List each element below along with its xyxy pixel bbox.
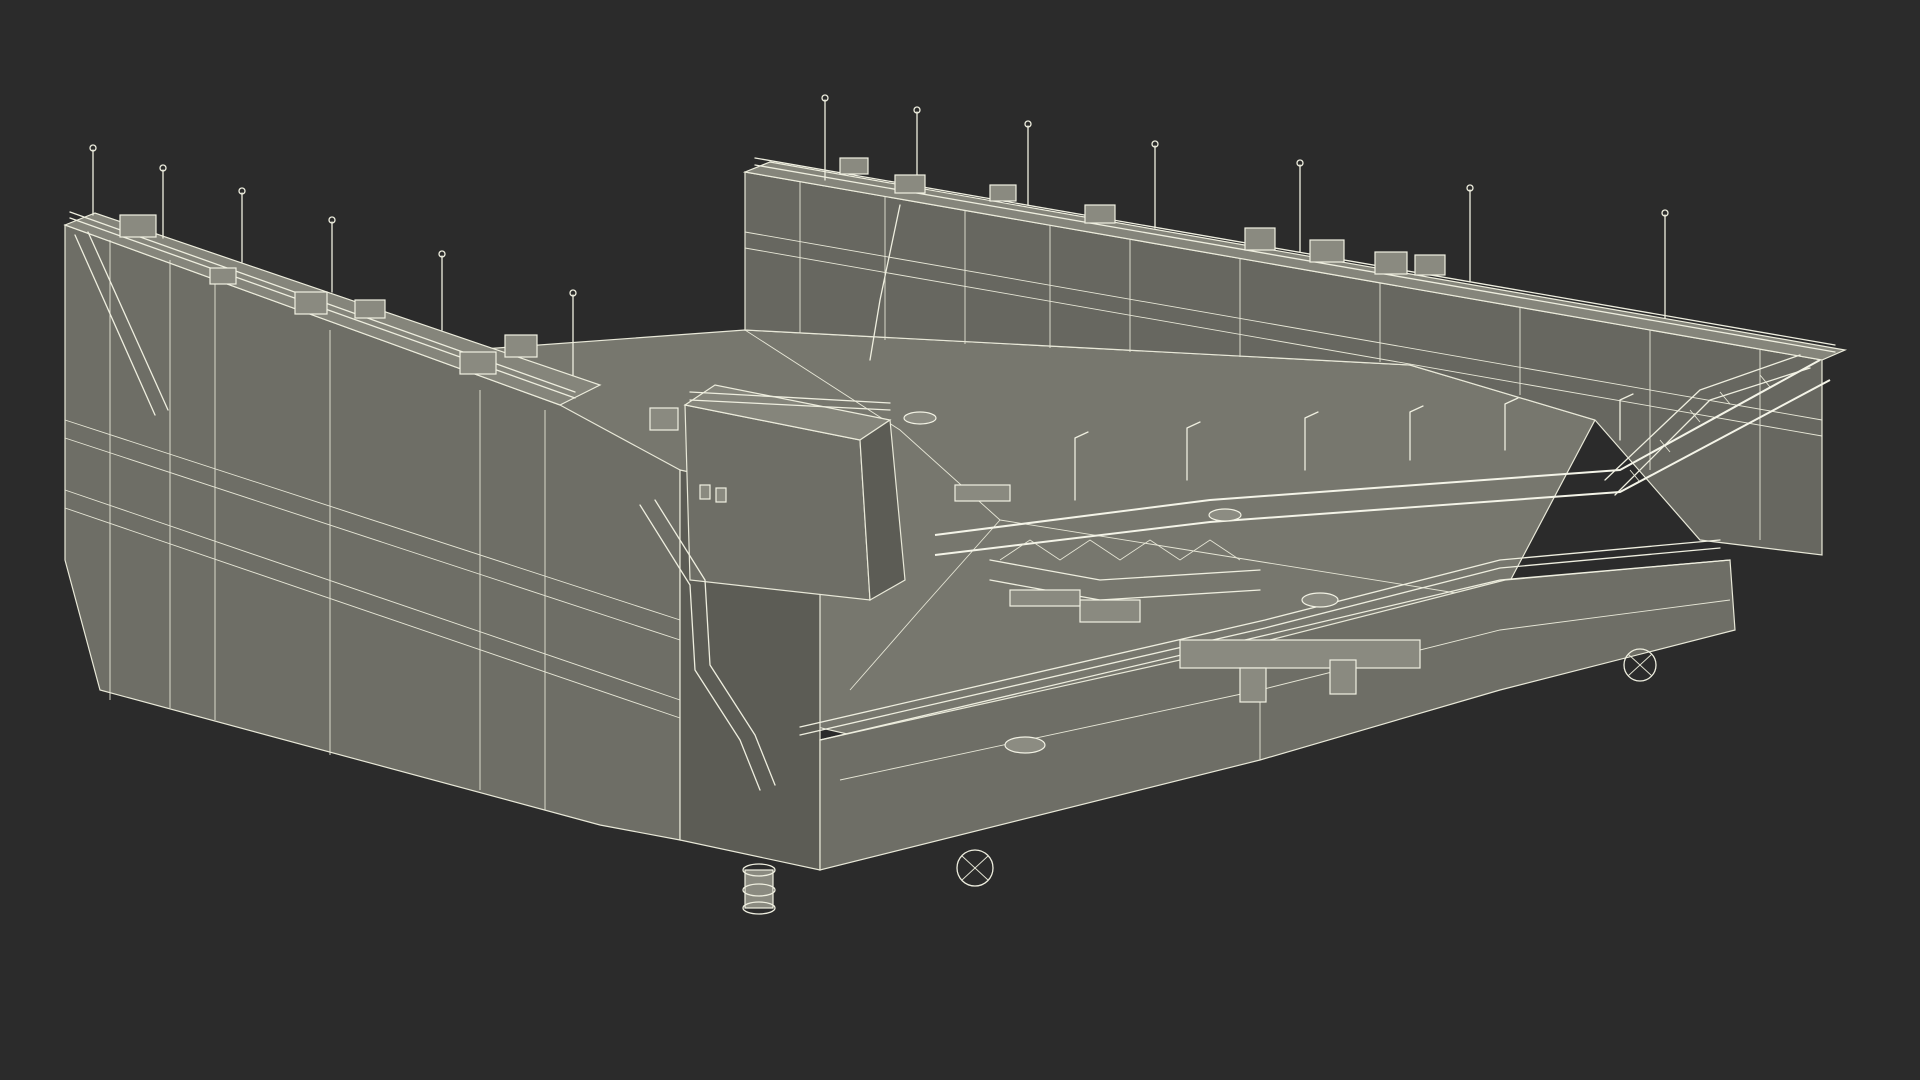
- hull-bollards: [742, 863, 776, 915]
- left-wall: [63, 144, 681, 841]
- render-viewport: [0, 0, 1920, 1080]
- floating-dock-wireframe-render: [63, 94, 1848, 915]
